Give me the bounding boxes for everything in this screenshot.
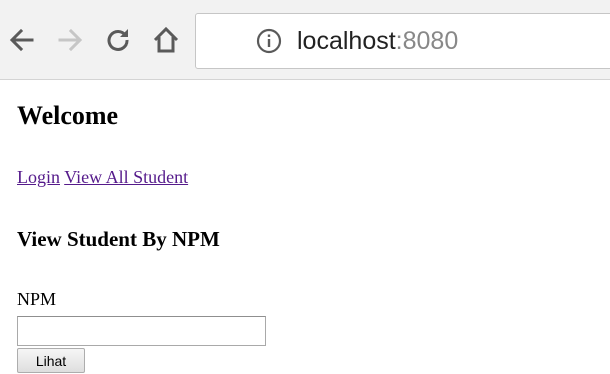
npm-label: NPM xyxy=(17,289,57,309)
address-bar[interactable]: localhost:8080 xyxy=(195,13,610,69)
url-host: localhost xyxy=(297,27,396,55)
url-port: :8080 xyxy=(395,27,459,55)
view-all-student-link[interactable]: View All Student xyxy=(64,167,188,187)
back-button[interactable] xyxy=(2,20,42,60)
home-button[interactable] xyxy=(146,20,186,60)
section-title: View Student By NPM xyxy=(17,227,220,251)
nav-links: Login View All Student xyxy=(17,166,188,188)
reload-icon xyxy=(107,29,129,51)
login-link[interactable]: Login xyxy=(17,167,60,187)
reload-button[interactable] xyxy=(98,20,138,60)
home-icon xyxy=(153,26,179,53)
npm-input[interactable] xyxy=(17,316,266,346)
forward-button[interactable] xyxy=(50,20,90,60)
forward-arrow-icon xyxy=(58,28,83,52)
browser-toolbar: localhost:8080 xyxy=(0,0,610,80)
page-title: Welcome xyxy=(17,101,119,130)
back-arrow-icon xyxy=(9,28,34,52)
info-icon[interactable] xyxy=(256,28,282,54)
url-text[interactable]: localhost:8080 xyxy=(297,23,458,59)
lihat-button[interactable]: Lihat xyxy=(17,348,85,373)
